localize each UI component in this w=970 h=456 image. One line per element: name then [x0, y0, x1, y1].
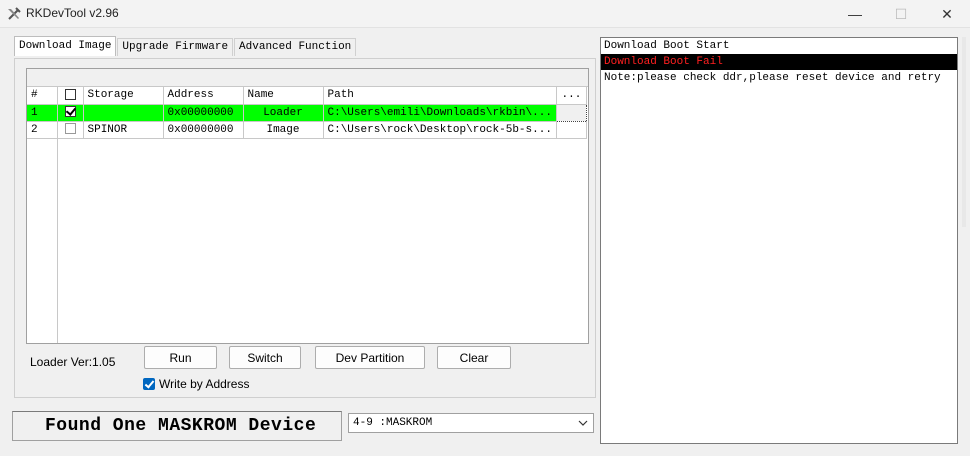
maximize-button[interactable]: ☐	[878, 0, 924, 28]
row-check-cell[interactable]	[57, 121, 84, 139]
row-storage[interactable]	[83, 104, 164, 122]
select-all-checkbox[interactable]	[64, 89, 76, 101]
run-button[interactable]: Run	[144, 346, 217, 369]
close-button[interactable]: ✕	[924, 0, 970, 28]
write-by-address-option[interactable]: Write by Address	[143, 377, 249, 391]
row-path[interactable]: C:\Users\emili\Downloads\rkbin\...	[323, 104, 557, 122]
clear-button[interactable]: Clear	[437, 346, 511, 369]
row-checkbox[interactable]	[64, 106, 76, 118]
row-checkbox[interactable]	[64, 123, 76, 135]
col-header-address: Address	[163, 87, 244, 105]
window-edge	[962, 37, 966, 227]
loader-version: Loader Ver:1.05	[30, 355, 116, 369]
col-header-name: Name	[243, 87, 324, 105]
image-grid: # Storage Address Name Path ... 1 0x0000…	[26, 68, 589, 344]
title-bar[interactable]: RKDevTool v2.96 — ☐ ✕	[0, 0, 970, 28]
col-header-path: Path	[323, 87, 557, 105]
window-title: RKDevTool v2.96	[26, 6, 119, 20]
minimize-button[interactable]: —	[832, 0, 878, 28]
log-line-error: Download Boot Fail	[601, 54, 957, 70]
chevron-down-icon	[578, 420, 588, 426]
close-icon: ✕	[941, 5, 953, 22]
row-name[interactable]: Image	[243, 121, 324, 139]
log-panel[interactable]: Download Boot Start Download Boot Fail N…	[600, 37, 958, 444]
row-name[interactable]: Loader	[243, 104, 324, 122]
switch-button[interactable]: Switch	[229, 346, 301, 369]
tab-strip: Download Image Upgrade Firmware Advanced…	[14, 36, 357, 58]
dev-partition-button[interactable]: Dev Partition	[315, 346, 425, 369]
row-number: 2	[27, 121, 58, 139]
row-browse-button[interactable]	[555, 103, 587, 122]
device-select[interactable]: 4-9 :MASKROM	[348, 413, 594, 433]
status-text: Found One MASKROM Device	[12, 411, 342, 441]
row-address[interactable]: 0x00000000	[163, 121, 244, 139]
col-header-num: #	[27, 87, 58, 105]
row-address[interactable]: 0x00000000	[163, 104, 244, 122]
table-header: # Storage Address Name Path ...	[27, 87, 587, 105]
table-row[interactable]: 1 0x00000000 Loader C:\Users\emili\Downl…	[27, 103, 587, 122]
tab-download-image[interactable]: Download Image	[14, 36, 117, 56]
col-header-check[interactable]	[57, 87, 84, 105]
write-by-address-checkbox[interactable]	[143, 378, 155, 390]
tab-advanced-function[interactable]: Advanced Function	[234, 38, 357, 56]
minimize-icon: —	[848, 6, 862, 22]
row-path[interactable]: C:\Users\rock\Desktop\rock-5b-s...	[323, 121, 557, 139]
maximize-icon: ☐	[894, 5, 908, 22]
image-table: # Storage Address Name Path ... 1 0x0000…	[27, 87, 587, 139]
row-storage[interactable]: SPINOR	[83, 121, 164, 139]
grid-divider	[57, 139, 58, 343]
row-browse-button[interactable]	[556, 121, 587, 139]
write-by-address-label: Write by Address	[159, 377, 250, 391]
table-row[interactable]: 2 SPINOR 0x00000000 Image C:\Users\rock\…	[27, 121, 587, 139]
row-check-cell[interactable]	[57, 104, 84, 122]
tab-upgrade-firmware[interactable]: Upgrade Firmware	[117, 38, 234, 56]
log-line: Note:please check ddr,please reset devic…	[604, 72, 941, 84]
app-icon	[8, 7, 21, 20]
grid-topbar	[27, 69, 588, 87]
row-number: 1	[27, 104, 58, 122]
col-header-storage: Storage	[83, 87, 164, 105]
device-select-value: 4-9 :MASKROM	[353, 417, 433, 429]
col-header-browse: ...	[556, 87, 587, 105]
log-line: Download Boot Start	[604, 40, 730, 52]
